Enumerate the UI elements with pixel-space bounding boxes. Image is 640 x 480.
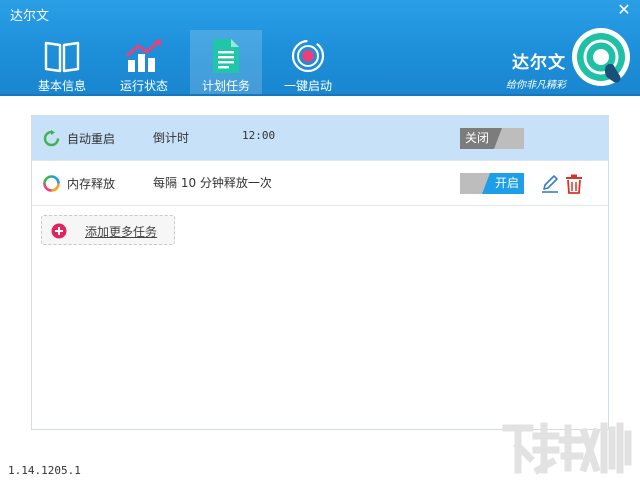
task-time: 12:00 [242, 129, 276, 142]
nav-label: 运行状态 [119, 79, 168, 93]
task-name: 自动重启 [67, 132, 116, 146]
task-toggle-on[interactable]: 开启 [460, 173, 524, 194]
nav-item-run-status[interactable]: 运行状态 [108, 30, 180, 94]
nav-item-scheduled-tasks[interactable]: 计划任务 [190, 30, 262, 94]
version-label: 1.14.1205.1 [8, 464, 81, 477]
nav-label: 计划任务 [201, 79, 250, 93]
edit-icon[interactable] [540, 174, 560, 194]
plus-circle-icon [51, 223, 67, 239]
refresh-icon [43, 130, 60, 147]
brand-block: 达尔文 给你非凡精彩 [506, 48, 566, 91]
add-task-label: 添加更多任务 [85, 225, 158, 239]
delete-icon[interactable] [565, 174, 583, 194]
book-icon [42, 36, 82, 75]
task-row-memory-release[interactable]: 内存释放 每隔 10 分钟释放一次 开启 [32, 161, 608, 206]
task-list-panel: 自动重启 倒计时 12:00 关闭 内存释放 每隔 10 分钟释放一次 开启 添… [31, 115, 609, 430]
main-nav: 基本信息 运行状态 计划任务 一键启动 [26, 30, 354, 94]
add-task-button[interactable]: 添加更多任务 [41, 215, 175, 245]
document-icon [206, 36, 246, 75]
memory-ring-icon [43, 175, 60, 192]
app-header: 达尔文 ✕ 基本信息 运行状态 计划任务 一键启动 达尔文 给你非凡精彩 [0, 0, 640, 96]
watermark-logo [500, 418, 636, 478]
logo-icon [570, 26, 632, 88]
nav-label: 一键启动 [283, 79, 332, 93]
nav-label: 基本信息 [37, 79, 86, 93]
task-schedule: 倒计时 [153, 131, 190, 145]
chart-icon [124, 36, 164, 75]
toggle-label: 开启 [490, 173, 524, 194]
record-icon [288, 36, 328, 75]
close-button[interactable]: ✕ [616, 2, 632, 18]
task-toggle-off[interactable]: 关闭 [460, 128, 524, 149]
brand-slogan: 给你非凡精彩 [506, 80, 566, 91]
brand-name: 达尔文 [512, 53, 566, 73]
task-schedule: 每隔 10 分钟释放一次 [153, 176, 272, 190]
nav-item-one-click-start[interactable]: 一键启动 [272, 30, 344, 94]
window-title: 达尔文 [10, 9, 50, 24]
task-row-auto-restart[interactable]: 自动重启 倒计时 12:00 关闭 [32, 116, 608, 161]
nav-item-basic-info[interactable]: 基本信息 [26, 30, 98, 94]
toggle-label: 关闭 [460, 128, 494, 149]
task-name: 内存释放 [67, 177, 116, 191]
